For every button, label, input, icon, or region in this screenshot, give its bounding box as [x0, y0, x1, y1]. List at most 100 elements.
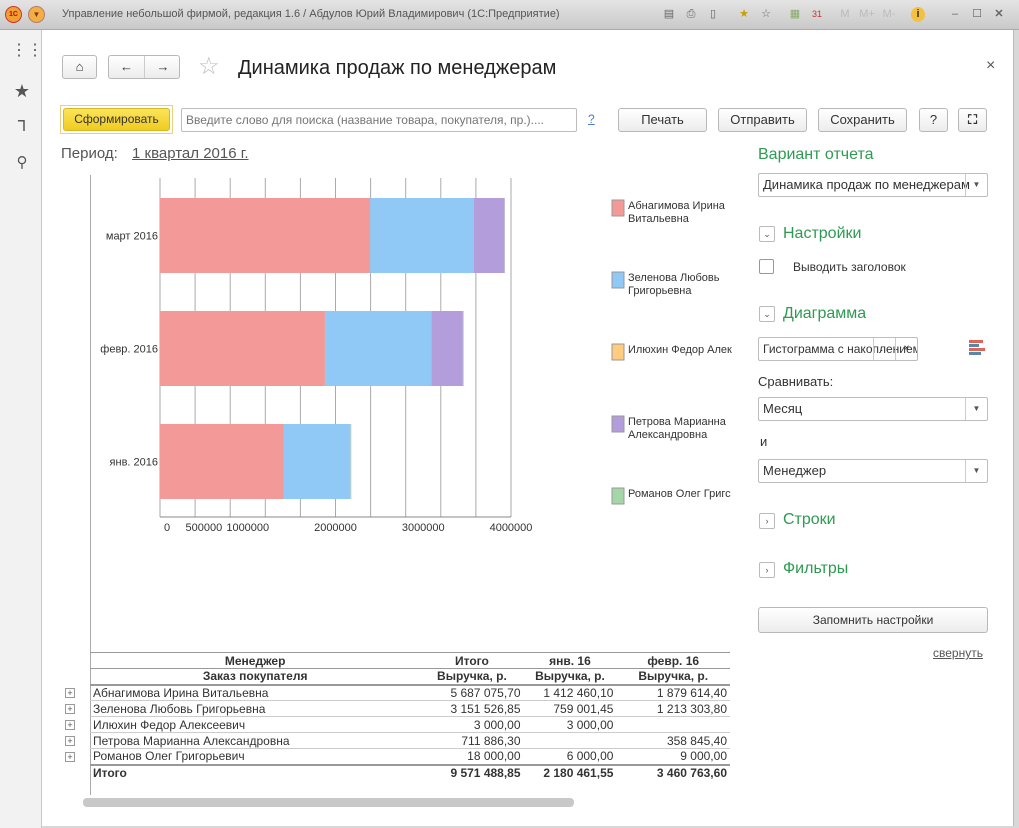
- m-minus-icon[interactable]: M-: [880, 7, 898, 22]
- bar-segment: [160, 311, 325, 386]
- compare-value-2: Менеджер: [763, 463, 827, 478]
- m-plus-icon[interactable]: M+: [858, 7, 876, 22]
- total-cell: 711 886,30: [461, 733, 521, 748]
- collapse-link[interactable]: свернуть: [933, 646, 983, 660]
- period-link[interactable]: 1 квартал 2016 г.: [132, 145, 249, 162]
- favorites-star-icon[interactable]: ★: [11, 80, 33, 102]
- manager-cell: Илюхин Федор Алексеевич: [93, 717, 246, 732]
- category-label: февр. 2016: [100, 344, 158, 356]
- col-total: Итого: [455, 653, 489, 668]
- x-tick-label: 4000000: [490, 522, 533, 534]
- compare-select-2[interactable]: Менеджер ▼: [758, 459, 988, 483]
- bar-segment: [160, 198, 371, 273]
- filters-title[interactable]: Фильтры: [783, 560, 848, 578]
- legend-swatch: [611, 271, 625, 289]
- legend-label: Илюхин Федор Алек: [628, 344, 732, 356]
- close-form-button[interactable]: ×: [986, 57, 995, 75]
- x-tick-label: 1000000: [226, 522, 269, 534]
- table-row: Петрова Марианна Александровна 711 886,30…: [90, 733, 730, 749]
- rows-expand-icon[interactable]: ›: [759, 513, 775, 529]
- jan-cell: [524, 733, 617, 749]
- rows-title[interactable]: Строки: [783, 511, 836, 529]
- variant-value: Динамика продаж по менеджерам: [763, 177, 970, 192]
- show-header-checkbox[interactable]: [759, 259, 774, 274]
- expand-row-icon[interactable]: +: [65, 688, 75, 698]
- search-icon[interactable]: ⚲: [11, 152, 33, 174]
- apps-grid-icon[interactable]: ⋮⋮: [11, 40, 43, 62]
- settings-expand-icon[interactable]: ⌄: [759, 226, 775, 242]
- variant-select[interactable]: Динамика продаж по менеджерам ▼: [758, 173, 988, 197]
- chart-type-more-button[interactable]: ...: [873, 338, 895, 360]
- dropdown-arrow-icon[interactable]: ▼: [965, 398, 987, 420]
- history-icon[interactable]: ⅂: [11, 116, 33, 138]
- total-jan: 2 180 461,55: [543, 766, 614, 780]
- print-button[interactable]: Печать: [618, 108, 707, 132]
- close-icon[interactable]: ✕: [992, 7, 1006, 22]
- feb-cell: 358 845,40: [666, 733, 727, 748]
- bar-segment: [350, 424, 352, 499]
- expand-row-icon[interactable]: +: [65, 720, 75, 730]
- search-input[interactable]: [181, 108, 577, 132]
- stacked-bar-chart: 0 500000 1000000 2000000 3000000 4000000 янв. …: [100, 178, 732, 534]
- m-icon[interactable]: M: [838, 7, 852, 22]
- fullscreen-button[interactable]: ⛶: [958, 108, 987, 132]
- info-icon[interactable]: i: [911, 7, 925, 22]
- save-button[interactable]: Сохранить: [818, 108, 907, 132]
- forward-button[interactable]: →: [145, 56, 181, 78]
- back-button[interactable]: ←: [109, 56, 145, 78]
- legend-swatch: [611, 199, 625, 217]
- add-favorite-icon[interactable]: ★: [737, 7, 751, 22]
- horizontal-scrollbar[interactable]: [70, 798, 730, 807]
- jan-cell: 759 001,45: [553, 701, 614, 716]
- expand-row-icon[interactable]: +: [65, 704, 75, 714]
- scrollbar-thumb[interactable]: [83, 798, 574, 807]
- chart-expand-icon[interactable]: ⌄: [759, 306, 775, 322]
- print-icon[interactable]: ⎙: [684, 7, 698, 22]
- send-button[interactable]: Отправить: [718, 108, 807, 132]
- minimize-icon[interactable]: –: [948, 7, 962, 22]
- remember-settings-button[interactable]: Запомнить настройки: [758, 607, 988, 633]
- report-table: Менеджер Итого янв. 16 февр. 16 Заказ по…: [90, 652, 730, 781]
- maximize-icon[interactable]: ☐: [970, 7, 984, 22]
- nav-buttons: ← →: [108, 55, 180, 79]
- dropdown-arrow-icon[interactable]: ▼: [965, 174, 987, 196]
- home-button[interactable]: ⌂: [62, 55, 97, 79]
- chart-type-clear-button[interactable]: ×: [895, 338, 917, 360]
- search-help-link[interactable]: ?: [588, 112, 595, 126]
- category-label: март 2016: [106, 231, 158, 243]
- manager-cell: Петрова Марианна Александровна: [93, 733, 290, 748]
- bar-segment: [160, 424, 284, 499]
- calendar-icon[interactable]: 31: [810, 7, 824, 22]
- bookmark-icon[interactable]: ☆: [759, 7, 773, 22]
- table-total-row: Итого 9 571 488,85 2 180 461,55 3 460 76…: [90, 764, 730, 781]
- chart-type-field[interactable]: Гистограмма с накоплением ... ×: [758, 337, 918, 361]
- help-button[interactable]: ?: [919, 108, 948, 132]
- preview-icon[interactable]: ▯: [706, 7, 720, 22]
- jan-cell: 1 412 460,10: [543, 685, 614, 700]
- variant-title: Вариант отчета: [758, 146, 874, 163]
- manager-cell: Романов Олег Григорьевич: [93, 749, 245, 764]
- chart-title[interactable]: Диаграмма: [783, 305, 866, 323]
- chart-icon[interactable]: [969, 340, 985, 355]
- compare-select[interactable]: Месяц ▼: [758, 397, 988, 421]
- settings-title[interactable]: Настройки: [783, 225, 861, 243]
- total-cell: 18 000,00: [467, 749, 521, 764]
- expand-row-icon[interactable]: +: [65, 752, 75, 762]
- calculator-icon[interactable]: ▦: [788, 7, 802, 22]
- expand-row-icon[interactable]: +: [65, 736, 75, 746]
- legend-label: Абнагимова Ирина Витальевна: [628, 200, 726, 225]
- feb-cell: 9 000,00: [680, 749, 727, 764]
- col-order: Заказ покупателя: [202, 669, 308, 684]
- filters-expand-icon[interactable]: ›: [759, 562, 775, 578]
- x-tick-label: 3000000: [402, 522, 445, 534]
- 1c-logo-icon[interactable]: 1C: [5, 6, 22, 23]
- total-cell: 3 000,00: [473, 717, 521, 732]
- favorite-star-icon[interactable]: ☆: [198, 54, 220, 80]
- bar-segment: [324, 311, 432, 386]
- generate-button-wrap: Сформировать: [60, 105, 173, 134]
- bar-segment: [473, 198, 505, 273]
- main-menu-icon[interactable]: ▼: [28, 6, 45, 23]
- save-icon[interactable]: ▤: [662, 7, 676, 22]
- generate-button[interactable]: Сформировать: [63, 108, 170, 131]
- dropdown-arrow-icon[interactable]: ▼: [965, 460, 987, 482]
